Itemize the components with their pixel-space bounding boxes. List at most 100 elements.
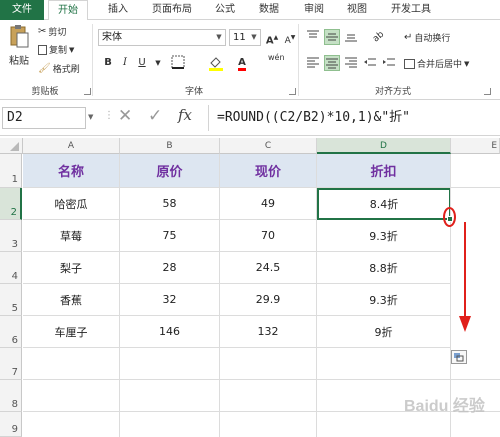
align-right-icon: [345, 57, 357, 68]
chevron-down-icon[interactable]: ▼: [88, 113, 93, 121]
row-header-4[interactable]: 4: [0, 252, 22, 284]
cancel-icon[interactable]: ✕: [118, 106, 132, 126]
tab-developer[interactable]: 开发工具: [382, 0, 440, 20]
table-header-original-price[interactable]: 原价: [120, 154, 220, 188]
align-top-button[interactable]: [305, 29, 321, 45]
tab-page-layout[interactable]: 页面布局: [143, 0, 201, 20]
align-right-button[interactable]: [343, 55, 359, 71]
cut-label: 剪切: [48, 28, 67, 38]
cell-b4[interactable]: 28: [120, 252, 220, 284]
font-name-value: 宋体: [102, 32, 122, 43]
alignment-launcher-icon[interactable]: [484, 88, 491, 95]
column-header-c[interactable]: C: [220, 138, 317, 154]
cell-d2-active[interactable]: 8.4折: [317, 188, 451, 220]
cell-a2[interactable]: 哈密瓜: [23, 188, 120, 220]
cell-a4[interactable]: 梨子: [23, 252, 120, 284]
cell-b2[interactable]: 58: [120, 188, 220, 220]
cell-c6[interactable]: 132: [220, 316, 317, 348]
cell-b6[interactable]: 146: [120, 316, 220, 348]
table-header-discount[interactable]: 折扣: [317, 154, 451, 188]
align-center-button[interactable]: [324, 55, 340, 71]
phonetic-button[interactable]: wén: [268, 53, 285, 69]
font-name-combo[interactable]: 宋体 ▼: [98, 29, 226, 46]
column-header-d[interactable]: D: [317, 138, 451, 154]
fill-color-button[interactable]: [208, 55, 224, 71]
italic-button[interactable]: I: [117, 55, 133, 71]
empty-cell[interactable]: [451, 154, 500, 188]
align-left-button[interactable]: [305, 55, 321, 71]
tab-review[interactable]: 审阅: [296, 0, 332, 20]
tab-view[interactable]: 视图: [339, 0, 375, 20]
underline-button[interactable]: U: [134, 55, 150, 71]
autofill-options-icon[interactable]: [451, 350, 467, 364]
alignment-group-label: 对齐方式: [374, 87, 411, 97]
row-header-7[interactable]: 7: [0, 348, 22, 380]
worksheet-grid[interactable]: A B C D E 1 2 3 4 5 6 7 8 9 名称 原价 现价 折扣 …: [0, 138, 500, 437]
orientation-button[interactable]: ab: [368, 29, 390, 45]
format-painter-label: 格式刷: [52, 65, 80, 75]
column-header-a[interactable]: A: [23, 138, 120, 154]
ribbon: 粘贴 ✂ 剪切 复制 ▼ 🖌 格式刷 剪贴板 宋体 ▼ 11 ▼ A▲ A▼ B I …: [0, 20, 500, 100]
tab-formulas[interactable]: 公式: [207, 0, 243, 20]
font-size-combo[interactable]: 11 ▼: [229, 29, 261, 46]
grow-font-icon: A: [265, 35, 274, 47]
cell-d6[interactable]: 9折: [317, 316, 451, 348]
row-header-8[interactable]: 8: [0, 380, 22, 412]
cell-c5[interactable]: 29.9: [220, 284, 317, 316]
select-all-corner[interactable]: [0, 138, 23, 154]
increase-indent-button[interactable]: [381, 55, 397, 71]
tab-file[interactable]: 文件: [0, 0, 44, 20]
row-header-3[interactable]: 3: [0, 220, 22, 252]
insert-function-icon[interactable]: fx: [178, 106, 192, 124]
copy-label: 复制: [49, 46, 68, 56]
formula-input[interactable]: =ROUND((C2/B2)*10,1)&"折": [213, 107, 500, 129]
row-header-5[interactable]: 5: [0, 284, 22, 316]
row-header-2[interactable]: 2: [0, 188, 22, 220]
wrap-text-button[interactable]: ↵ 自动换行: [404, 31, 450, 44]
chevron-down-icon[interactable]: ▼: [150, 55, 166, 71]
cell-c3[interactable]: 70: [220, 220, 317, 252]
gridline: [119, 348, 120, 437]
row-header-9[interactable]: 9: [0, 412, 22, 437]
name-box[interactable]: D2: [2, 107, 86, 129]
grow-font-button[interactable]: A▲: [264, 30, 280, 46]
decrease-indent-button[interactable]: [362, 55, 378, 71]
align-middle-button[interactable]: [324, 29, 340, 45]
format-painter-button[interactable]: 🖌 格式刷: [38, 62, 80, 75]
borders-button[interactable]: [170, 55, 186, 71]
paste-label: 粘贴: [9, 56, 29, 67]
tab-data[interactable]: 数据: [251, 0, 287, 20]
tab-insert[interactable]: 插入: [100, 0, 136, 20]
column-header-e[interactable]: E: [451, 138, 500, 154]
cell-d5[interactable]: 9.3折: [317, 284, 451, 316]
cell-a6[interactable]: 车厘子: [23, 316, 120, 348]
cell-a5[interactable]: 香蕉: [23, 284, 120, 316]
font-launcher-icon[interactable]: [289, 88, 296, 95]
row-header-6[interactable]: 6: [0, 316, 22, 348]
cell-d4[interactable]: 8.8折: [317, 252, 451, 284]
font-group-label: 字体: [184, 87, 203, 97]
copy-button[interactable]: 复制 ▼: [38, 43, 74, 56]
cell-c4[interactable]: 24.5: [220, 252, 317, 284]
shrink-font-button[interactable]: A▼: [282, 30, 298, 46]
column-header-b[interactable]: B: [120, 138, 220, 154]
align-bottom-button[interactable]: [343, 29, 359, 45]
row-header-1[interactable]: 1: [0, 154, 22, 188]
confirm-icon[interactable]: ✓: [148, 106, 162, 126]
cell-c2[interactable]: 49: [220, 188, 317, 220]
cell-b5[interactable]: 32: [120, 284, 220, 316]
tab-home[interactable]: 开始: [48, 0, 88, 21]
cell-b3[interactable]: 75: [120, 220, 220, 252]
align-middle-icon: [326, 33, 338, 41]
font-color-button[interactable]: A: [234, 55, 250, 71]
paste-button[interactable]: 粘贴: [6, 24, 32, 67]
cell-a3[interactable]: 草莓: [23, 220, 120, 252]
table-header-name[interactable]: 名称: [23, 154, 120, 188]
highlight-circle-annotation: [443, 207, 456, 227]
clipboard-launcher-icon[interactable]: [84, 88, 91, 95]
merge-center-button[interactable]: 合并后居中 ▼: [404, 57, 469, 70]
table-header-current-price[interactable]: 现价: [220, 154, 317, 188]
bold-button[interactable]: B: [100, 55, 116, 71]
cell-d3[interactable]: 9.3折: [317, 220, 451, 252]
cut-button[interactable]: ✂ 剪切: [38, 25, 66, 38]
